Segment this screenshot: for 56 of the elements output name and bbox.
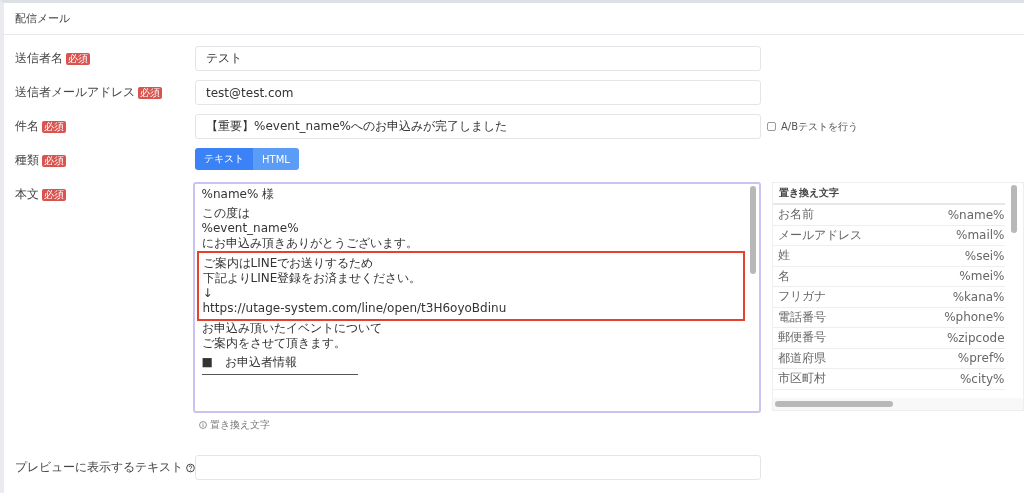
scrollbar[interactable] xyxy=(1011,185,1017,233)
body-line: %name% 様 xyxy=(201,187,275,202)
table-cell: 都道府県 xyxy=(777,349,826,367)
body-line: この度は xyxy=(201,206,250,221)
table-cell: %name% xyxy=(947,207,1005,222)
body-line: https://utage-system.com/line/open/t3H6oyoBdinu xyxy=(202,301,507,316)
required-badge: 必須 xyxy=(138,86,162,99)
checkbox-label: A/Bテストを行う xyxy=(781,119,859,134)
field-label: 本文 xyxy=(15,186,39,203)
table-cell: %kana% xyxy=(952,289,1005,304)
table-cell: 市区町村 xyxy=(777,370,826,388)
body-line: 下記よりLINE登録をお済ませください。 xyxy=(202,271,422,286)
text-field[interactable]: テスト xyxy=(195,46,761,71)
table-cell: メールアドレス xyxy=(777,226,862,244)
table-cell: 郵便番号 xyxy=(777,329,826,347)
preview-field[interactable] xyxy=(195,455,761,480)
table-cell: フリガナ xyxy=(777,288,826,306)
field-label: 種類 xyxy=(15,152,39,169)
table-cell: %city% xyxy=(959,371,1005,386)
table-cell: %sei% xyxy=(964,248,1005,263)
text-field[interactable]: test@test.com xyxy=(195,80,761,105)
body-line: ご案内をさせて頂きます。 xyxy=(201,336,346,351)
required-badge: 必須 xyxy=(66,52,90,65)
table-cell: %zipcode xyxy=(946,330,1005,345)
table-cell: 電話番号 xyxy=(777,308,826,326)
table-cell: %pref% xyxy=(957,351,1005,366)
scrollbar[interactable] xyxy=(749,186,756,274)
type-tab[interactable]: テキスト xyxy=(195,148,253,170)
table-cell: %mail% xyxy=(956,228,1005,243)
field-label: 件名 xyxy=(15,118,39,135)
table-header: 置き換え文字 xyxy=(772,183,1005,205)
body-line: ご案内はLINEでお送りするため xyxy=(202,256,374,271)
body-line: ■ お申込者情報 xyxy=(201,355,297,370)
info-icon xyxy=(198,421,207,429)
subject-field[interactable]: 【重要】%event_name%へのお申込みが完了しました xyxy=(195,114,761,139)
body-line: お申込み頂いたイベントについて xyxy=(201,321,382,336)
help-icon[interactable] xyxy=(186,462,195,473)
checkbox[interactable] xyxy=(767,122,776,131)
field-label: 送信者名 xyxy=(15,50,63,67)
body-field[interactable]: %name% 様 この度は %event_name% にお申込み頂きありがとうございます。 ご案内はLINEでお送りするため 下記よりLINE登録をお済ませください。 ↓ https://utage-system.com/line/open/t3H6oyoBdinu お申込み頂いたイベントについて ご案内をさせて頂きます。 ■ お申込者情報 xyxy=(192,182,761,413)
scrollbar[interactable] xyxy=(774,401,893,407)
required-badge: 必須 xyxy=(42,188,66,201)
body-line: にお申込み頂きありがとうございます。 xyxy=(201,236,418,251)
body-line: ↓ xyxy=(202,286,213,301)
required-badge: 必須 xyxy=(42,154,66,167)
table-cell: %phone% xyxy=(944,310,1005,325)
table-cell: 名 xyxy=(777,267,790,285)
table-cell: %mei% xyxy=(959,269,1005,284)
hint-text: 置き換え文字 xyxy=(209,418,270,432)
body-line: %event_name% xyxy=(201,221,299,236)
field-label: 送信者メールアドレス xyxy=(15,84,135,101)
field-label: プレビューに表示するテキスト xyxy=(15,459,183,476)
table-cell: 姓 xyxy=(777,247,790,265)
table-cell: お名前 xyxy=(777,206,814,224)
required-badge: 必須 xyxy=(42,120,66,133)
card-title: 配信メール xyxy=(4,3,1024,35)
